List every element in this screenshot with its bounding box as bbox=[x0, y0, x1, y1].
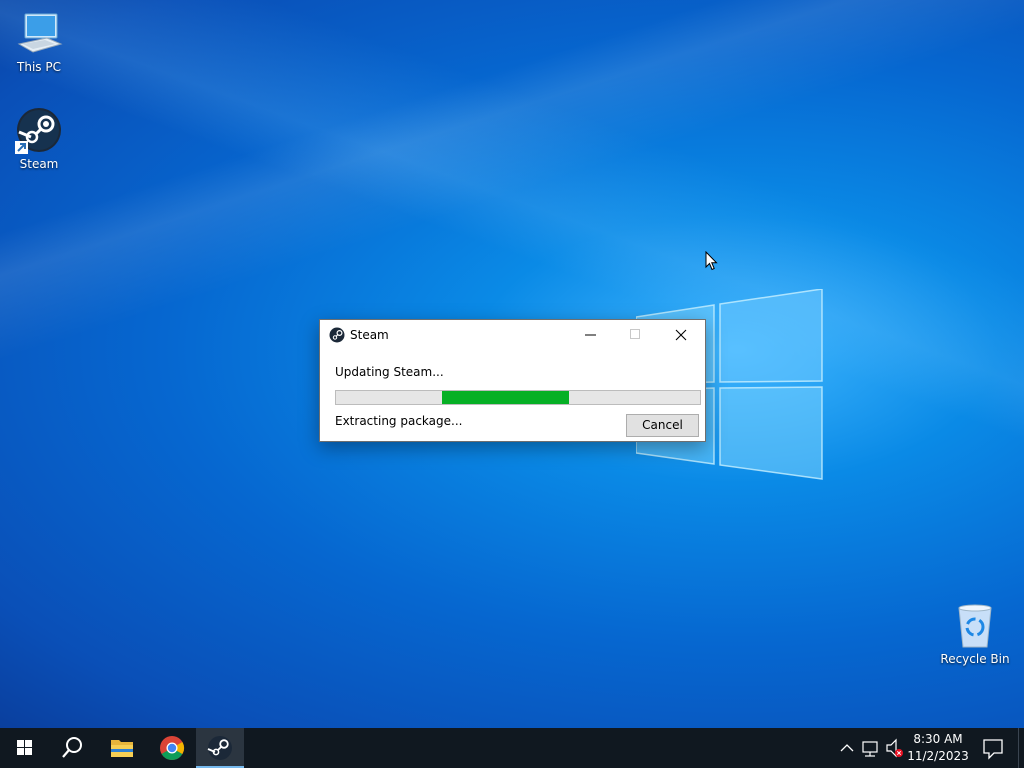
action-center-icon[interactable] bbox=[978, 728, 1008, 768]
steam-update-dialog[interactable]: Steam Updating Steam... Extracting packa… bbox=[319, 319, 706, 442]
maximize-button bbox=[613, 320, 658, 350]
clock-time: 8:30 AM bbox=[913, 732, 963, 746]
chrome-icon bbox=[160, 736, 185, 761]
desktop-icon-recycle-bin[interactable]: Recycle Bin bbox=[937, 602, 1013, 666]
steam-icon bbox=[207, 736, 232, 760]
file-explorer-icon bbox=[111, 740, 133, 757]
steam-icon bbox=[15, 107, 63, 155]
show-hidden-icons-icon[interactable] bbox=[837, 728, 857, 768]
clock-date: 11/2/2023 bbox=[907, 749, 969, 763]
cancel-button[interactable]: Cancel bbox=[626, 414, 699, 437]
steam-icon bbox=[329, 327, 345, 343]
dialog-title: Steam bbox=[350, 328, 389, 342]
progress-bar bbox=[335, 390, 701, 405]
desktop-icon-label: This PC bbox=[17, 60, 61, 74]
close-button[interactable] bbox=[659, 320, 704, 350]
extract-status-text: Extracting package... bbox=[335, 414, 463, 428]
this-pc-icon bbox=[15, 10, 63, 58]
steam-taskbar-button[interactable] bbox=[196, 728, 244, 768]
file-explorer-button[interactable] bbox=[98, 728, 146, 768]
maximize-icon bbox=[630, 329, 640, 339]
search-button[interactable] bbox=[48, 728, 96, 768]
taskbar-clock[interactable]: 8:30 AM 11/2/2023 bbox=[905, 731, 971, 765]
desktop-icon-label: Recycle Bin bbox=[940, 652, 1010, 666]
update-status-text: Updating Steam... bbox=[335, 365, 444, 379]
desktop[interactable]: This PC Steam Recycle Bin Steam Updating… bbox=[0, 0, 1024, 728]
recycle-bin-icon bbox=[951, 602, 999, 650]
minimize-button[interactable] bbox=[568, 320, 613, 350]
desktop-icon-this-pc[interactable]: This PC bbox=[1, 10, 77, 74]
show-desktop-button[interactable] bbox=[1018, 728, 1024, 768]
volume-muted-icon[interactable] bbox=[884, 728, 906, 768]
taskbar: 8:30 AM 11/2/2023 bbox=[0, 728, 1024, 768]
dialog-titlebar[interactable]: Steam bbox=[320, 320, 705, 350]
progress-bar-fill bbox=[442, 391, 569, 404]
close-icon bbox=[675, 329, 687, 341]
desktop-icon-steam[interactable]: Steam bbox=[1, 107, 77, 171]
search-icon bbox=[62, 737, 82, 758]
chrome-button[interactable] bbox=[148, 728, 196, 768]
start-button[interactable] bbox=[0, 728, 48, 768]
desktop-icon-label: Steam bbox=[19, 157, 59, 171]
mouse-cursor-icon bbox=[705, 251, 718, 271]
minimize-icon bbox=[585, 334, 596, 336]
start-icon bbox=[17, 740, 32, 755]
network-icon[interactable] bbox=[860, 728, 882, 768]
